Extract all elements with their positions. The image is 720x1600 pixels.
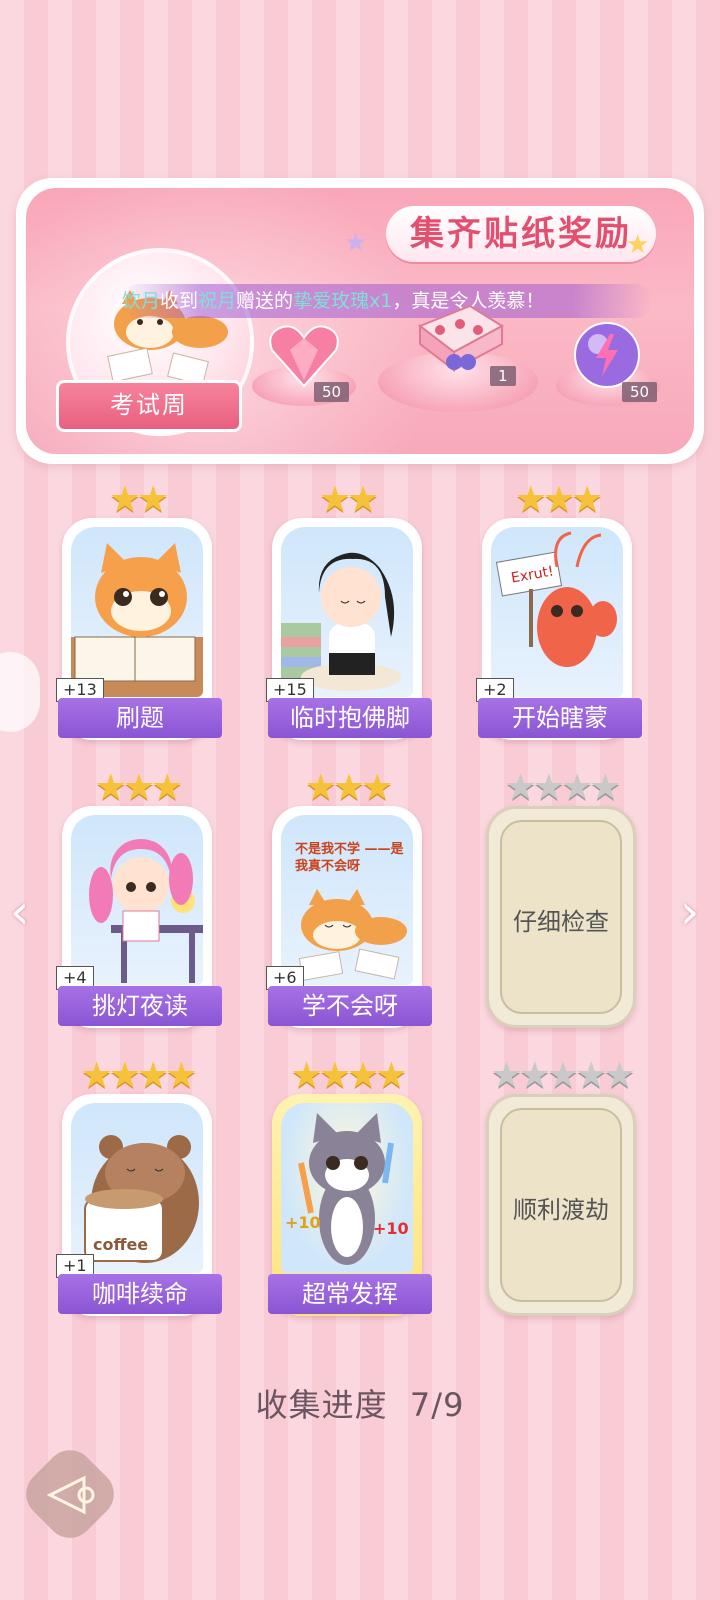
- star-rating: ★★★: [272, 770, 422, 806]
- girl-desk-lamp-icon: [89, 839, 203, 983]
- card-name: 仔细检查: [513, 908, 609, 936]
- bonus-label: +10: [373, 1219, 409, 1238]
- star-decoration-icon: ★: [626, 230, 650, 260]
- star-filled-icon: ★★★★: [80, 1055, 197, 1096]
- star-rating: ★★★★: [62, 1058, 212, 1094]
- star-decoration-icon: ★: [344, 228, 368, 258]
- ticker-sender-name[interactable]: 祝月: [198, 290, 236, 312]
- ticker-gift-name: 挚爱玫瑰x1: [293, 290, 393, 312]
- reward-banner: 考试周 ★ 集齐贴纸奖励 ★ 饮月收到祝月赠送的挚爱玫瑰x1，真是令人羡慕！ 5…: [16, 178, 704, 464]
- star-rating: ★★★★: [272, 1058, 422, 1094]
- progress-value: 7/9: [409, 1386, 465, 1424]
- girl-praying-icon: [281, 552, 401, 691]
- star-rating: ★★★★: [486, 770, 636, 806]
- star-filled-icon: ★★★: [514, 479, 604, 520]
- card-art: [71, 527, 203, 697]
- lightning-orb-icon[interactable]: [572, 320, 642, 390]
- pink-heart-gem-icon[interactable]: [266, 320, 342, 390]
- star-rating: ★★: [272, 482, 422, 518]
- star-rating: ★★★★★: [486, 1058, 636, 1094]
- sticker-card[interactable]: ★★★ 不是我不学 ——是我真不会呀 +6 学不会呀: [266, 770, 432, 1028]
- star-rating: ★★★: [62, 770, 212, 806]
- cat-studying-icon: [71, 543, 203, 697]
- sticker-card[interactable]: ★★★ +4 挑灯夜读: [56, 770, 222, 1028]
- sticker-card-locked[interactable]: ★★★★ 仔细检查: [486, 770, 636, 1028]
- gift-announcement-ticker: 饮月收到祝月赠送的挚爱玫瑰x1，真是令人羡慕！: [122, 284, 652, 318]
- back-arrow-icon: [46, 1475, 95, 1515]
- card-name: 刷题: [58, 698, 222, 738]
- reward-count: 1: [490, 366, 516, 386]
- card-name: 临时抱佛脚: [268, 698, 432, 738]
- star-empty-icon: ★★★★★: [490, 1055, 635, 1096]
- star-filled-icon: ★★★★: [290, 1055, 407, 1096]
- sticker-card[interactable]: ★★ +13 刷题: [56, 482, 222, 740]
- cup-text: coffee: [93, 1235, 149, 1254]
- card-art: [281, 527, 413, 697]
- side-menu-pill[interactable]: [0, 652, 40, 732]
- ticker-text: 赠送的: [236, 290, 294, 312]
- star-filled-icon: ★★★: [94, 767, 184, 808]
- card-art: [71, 815, 203, 985]
- star-rating: ★★★: [482, 482, 632, 518]
- shrimp-sign-icon: [495, 531, 617, 667]
- ticker-receiver-name[interactable]: 饮月: [122, 290, 160, 312]
- ticker-text: 收到: [160, 290, 199, 312]
- star-filled-icon: ★★: [108, 479, 170, 520]
- reward-banner-background: 考试周 ★ 集齐贴纸奖励 ★ 饮月收到祝月赠送的挚爱玫瑰x1，真是令人羡慕！ 5…: [26, 188, 694, 454]
- card-name: 顺利渡劫: [513, 1196, 609, 1224]
- collection-progress: 收集进度 7/9: [0, 1380, 720, 1426]
- card-name: 挑灯夜读: [58, 986, 222, 1026]
- sticker-card[interactable]: ★★ +15 临时抱佛脚: [266, 482, 432, 740]
- card-name: 超常发挥: [268, 1274, 432, 1314]
- card-art: +10 +10: [281, 1103, 413, 1273]
- bonus-label: +10: [285, 1213, 321, 1232]
- sticker-card[interactable]: ★★★★ coffee +1 咖啡续命: [56, 1058, 222, 1316]
- card-art: Exrut!: [491, 527, 623, 697]
- card-caption: 不是我不学 ——是我真不会呀: [295, 842, 404, 874]
- cat-pencils-icon: [298, 1113, 394, 1265]
- sticker-card[interactable]: ★★★ Exrut! +2 开始瞎蒙: [476, 482, 642, 740]
- progress-label: 收集进度: [255, 1386, 388, 1424]
- sticker-card-locked[interactable]: ★★★★★ 顺利渡劫: [486, 1058, 636, 1316]
- star-empty-icon: ★★★★: [504, 767, 621, 808]
- star-filled-icon: ★★★: [304, 767, 394, 808]
- sticker-card-gold[interactable]: ★★★★ +10 +10 超常发挥: [268, 1058, 432, 1316]
- card-name: 开始瞎蒙: [478, 698, 642, 738]
- reward-count: 50: [314, 382, 350, 402]
- star-filled-icon: ★★: [318, 479, 380, 520]
- card-art: 不是我不学 ——是我真不会呀: [281, 815, 413, 985]
- reward-count: 50: [622, 382, 658, 402]
- card-name: 学不会呀: [268, 986, 432, 1026]
- card-name: 咖啡续命: [58, 1274, 222, 1314]
- card-art: coffee: [71, 1103, 203, 1273]
- gift-box-icon[interactable]: [410, 286, 510, 376]
- star-rating: ★★: [62, 482, 212, 518]
- banner-title: 集齐贴纸奖励: [386, 206, 656, 262]
- exam-week-label: 考试周: [56, 380, 242, 432]
- prev-page-arrow-icon[interactable]: ‹: [10, 884, 29, 940]
- next-page-arrow-icon[interactable]: ›: [680, 884, 699, 940]
